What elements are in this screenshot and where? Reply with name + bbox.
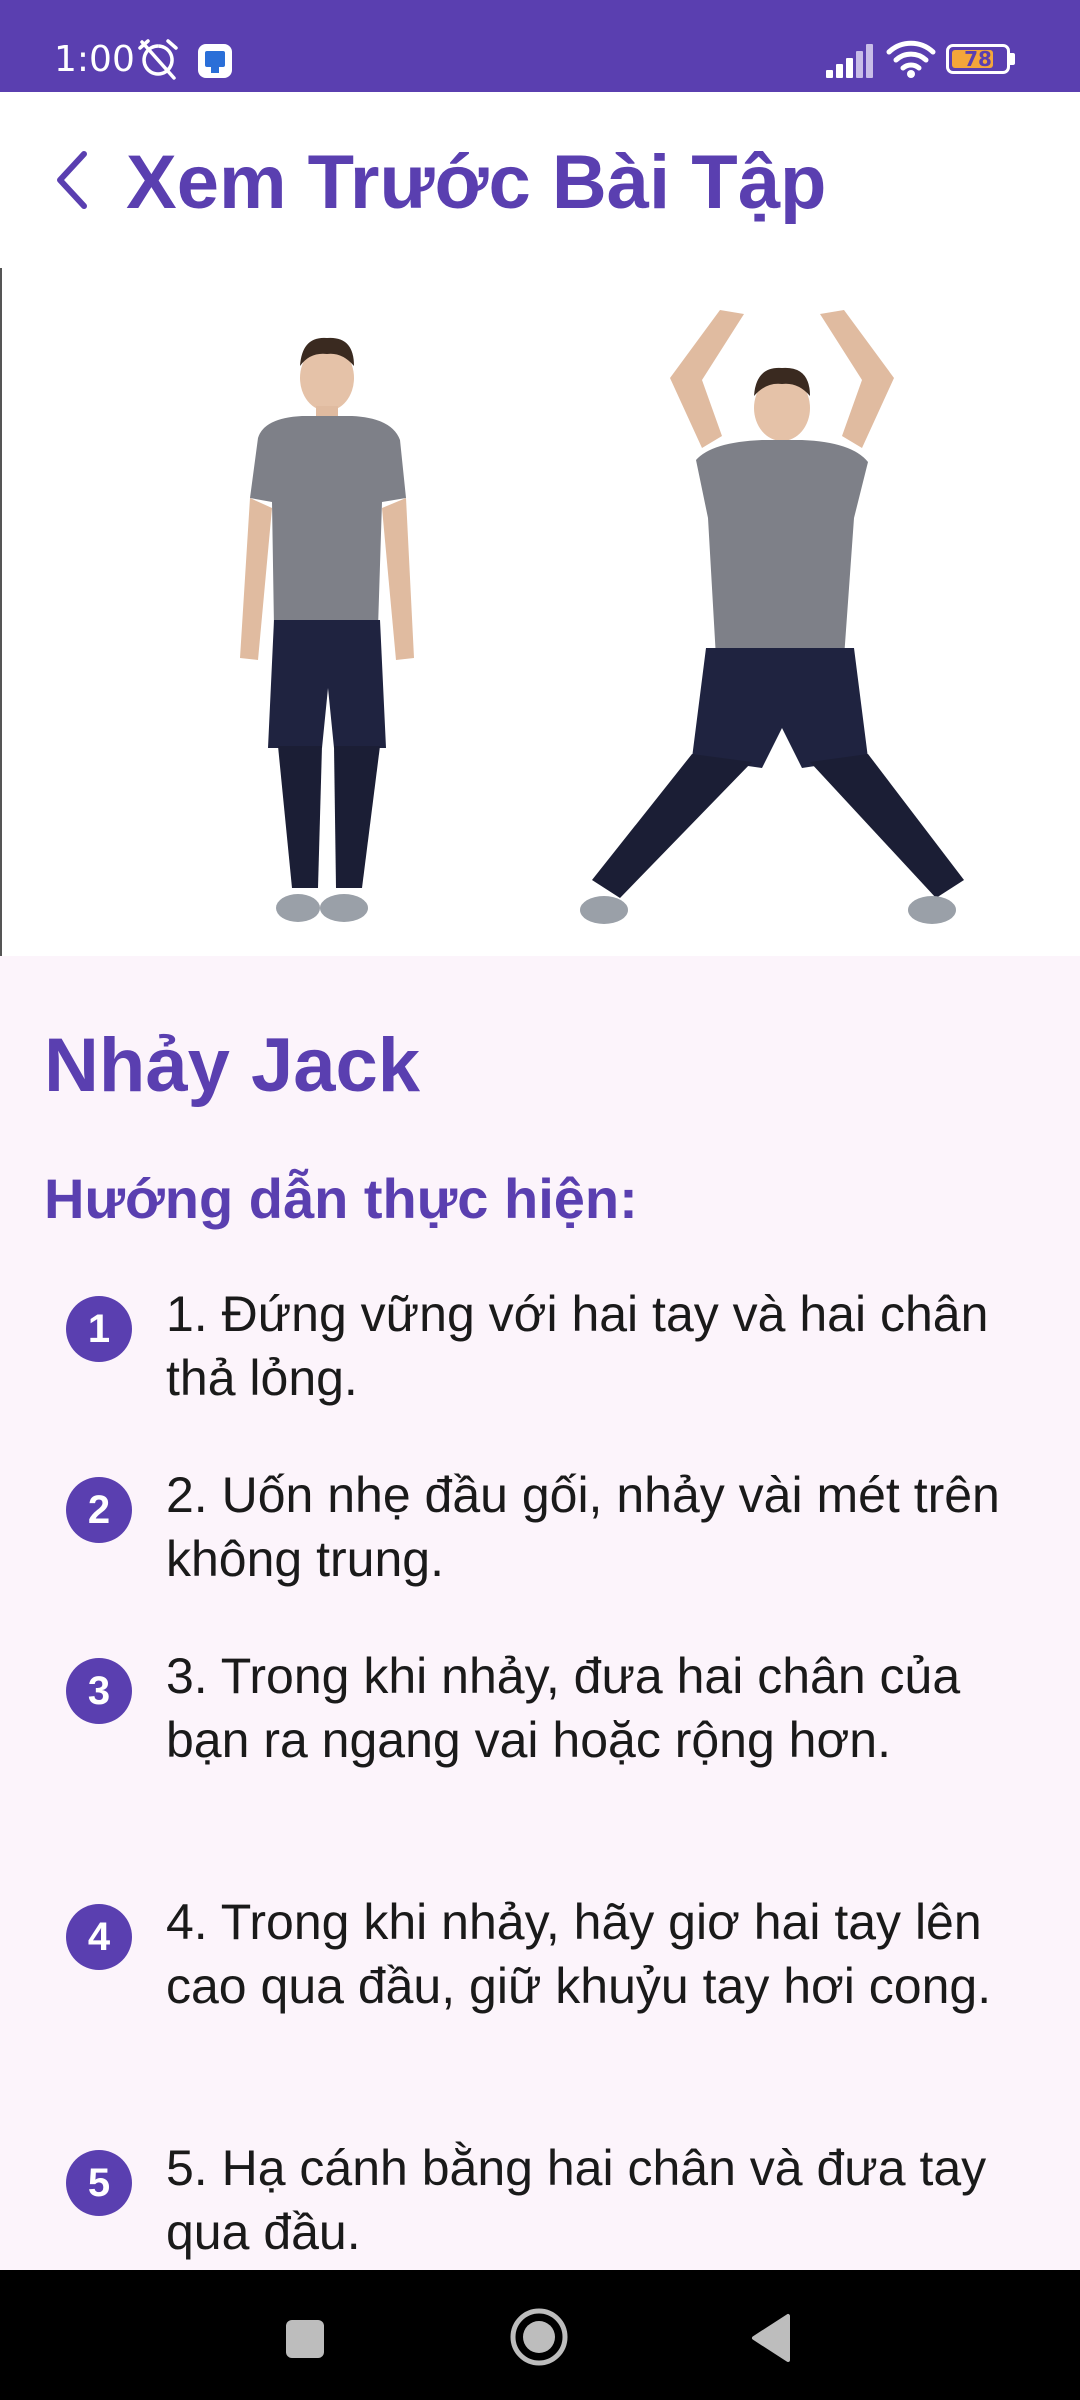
battery-icon: 78 xyxy=(946,44,1010,74)
back-nav-button[interactable] xyxy=(748,2312,796,2369)
exercise-details: Nhảy Jack Hướng dẫn thực hiện: 1 1. Đứng… xyxy=(0,956,1080,2270)
wifi-icon xyxy=(886,40,936,83)
step-number-badge: 5 xyxy=(66,2150,132,2216)
instructions-title: Hướng dẫn thực hiện: xyxy=(44,1167,638,1230)
recents-button[interactable] xyxy=(282,2316,328,2367)
app-notification-icon xyxy=(196,38,236,87)
step-number-badge: 2 xyxy=(66,1477,132,1543)
exercise-name: Nhảy Jack xyxy=(44,1023,421,1108)
battery-percentage: 78 xyxy=(964,47,992,71)
circle-icon xyxy=(510,2308,568,2366)
back-button[interactable] xyxy=(44,136,100,224)
signal-icon xyxy=(826,44,878,83)
step-number-badge: 1 xyxy=(66,1296,132,1362)
figure-jumping xyxy=(580,310,964,924)
step-text: 3. Trong khi nhảy, đưa hai chân của bạn … xyxy=(166,1648,961,1768)
square-icon xyxy=(286,2320,324,2358)
exercise-image xyxy=(0,268,1080,956)
step-text: 1. Đứng vững với hai tay và hai chân thả… xyxy=(166,1286,989,1406)
page-title: Xem Trước Bài Tập xyxy=(126,140,827,225)
home-button[interactable] xyxy=(508,2306,570,2373)
step-number-badge: 4 xyxy=(66,1904,132,1970)
alarm-off-icon xyxy=(134,38,182,87)
figure-standing xyxy=(240,337,414,922)
step-text: 2. Uốn nhẹ đầu gối, nhảy vài mét trên kh… xyxy=(166,1467,1000,1587)
battery-cap xyxy=(1010,53,1015,65)
status-time: 1:00 xyxy=(54,39,135,80)
step-number-badge: 3 xyxy=(66,1658,132,1724)
triangle-back-icon xyxy=(752,2314,790,2362)
step-text: 4. Trong khi nhảy, hãy giơ hai tay lên c… xyxy=(166,1894,992,2014)
system-navigation-bar xyxy=(0,2270,1080,2400)
chevron-left-icon xyxy=(57,151,87,209)
step-text: 5. Hạ cánh bằng hai chân và đưa tay qua … xyxy=(166,2140,987,2260)
status-bar: 1:00 78 xyxy=(0,0,1080,92)
